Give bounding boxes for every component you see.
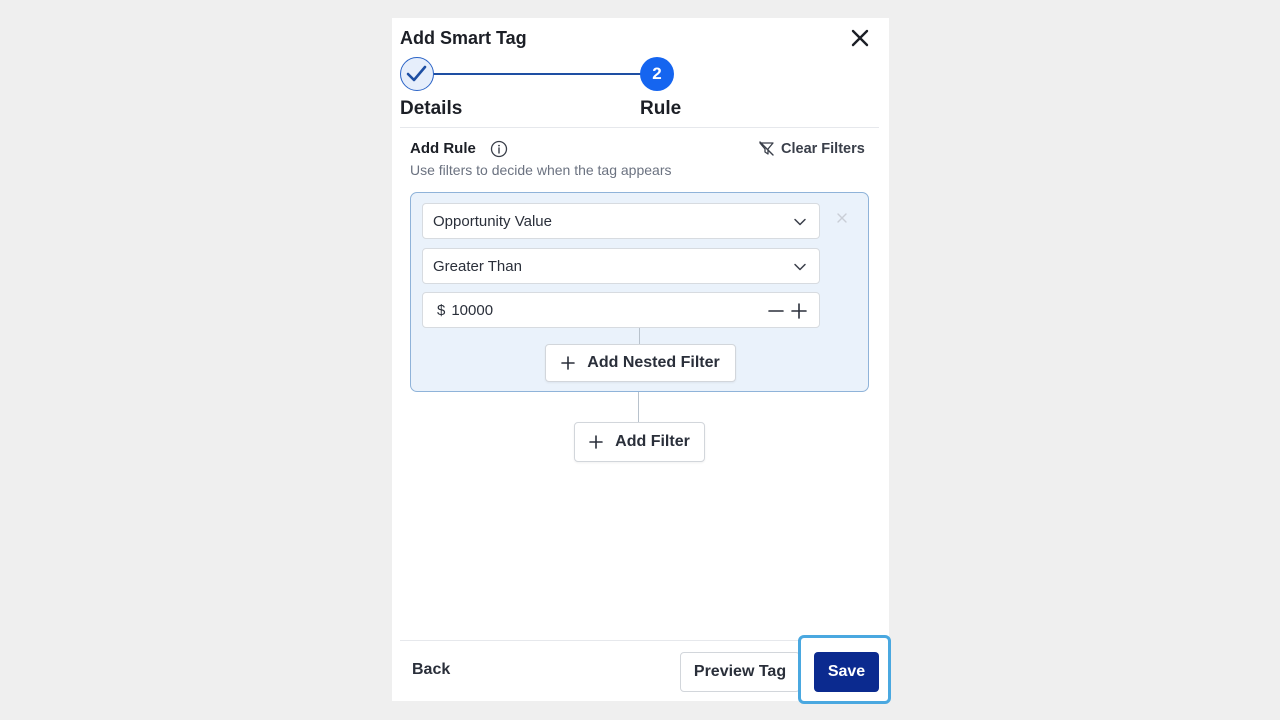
filter-group: Opportunity Value Greater Than $ 10000 A…	[410, 192, 869, 392]
filter-connector	[638, 392, 639, 422]
info-icon[interactable]	[490, 140, 508, 158]
clear-filters-button[interactable]: Clear Filters	[758, 140, 865, 157]
chevron-down-icon	[794, 263, 806, 271]
close-button[interactable]	[848, 26, 872, 50]
step-rule-indicator[interactable]: 2	[640, 57, 674, 91]
remove-filter-icon[interactable]	[835, 211, 849, 225]
step-details-label[interactable]: Details	[400, 98, 462, 120]
operator-select-value: Greater Than	[433, 257, 522, 275]
plus-icon	[589, 435, 603, 449]
filter-off-icon	[759, 141, 774, 156]
field-select-value: Opportunity Value	[433, 212, 552, 230]
plus-icon	[561, 356, 576, 370]
decrement-icon[interactable]	[768, 303, 784, 319]
add-filter-label: Add Filter	[615, 433, 690, 450]
clear-filters-label: Clear Filters	[781, 140, 865, 157]
step-rule-label[interactable]: Rule	[640, 98, 681, 120]
preview-tag-button[interactable]: Preview Tag	[680, 652, 800, 692]
step-details-indicator[interactable]	[400, 57, 434, 91]
modal-title: Add Smart Tag	[400, 28, 527, 48]
check-icon	[406, 65, 427, 82]
currency-symbol: $	[437, 301, 446, 319]
back-button[interactable]: Back	[412, 661, 450, 679]
close-icon	[851, 29, 869, 47]
add-nested-filter-label: Add Nested Filter	[587, 354, 720, 371]
header-divider	[400, 127, 879, 128]
save-button[interactable]: Save	[814, 652, 879, 692]
value-input-text: 10000	[451, 301, 494, 319]
add-rule-description: Use filters to decide when the tag appea…	[410, 162, 672, 178]
stepper-connector	[433, 73, 641, 75]
increment-icon[interactable]	[791, 303, 807, 319]
add-rule-heading: Add Rule	[410, 140, 476, 157]
add-filter-button[interactable]: Add Filter	[574, 422, 705, 462]
chevron-down-icon	[794, 218, 806, 226]
value-input[interactable]: $ 10000	[422, 292, 820, 328]
field-select[interactable]: Opportunity Value	[422, 203, 820, 239]
nested-connector	[639, 328, 640, 344]
add-smart-tag-modal: Add Smart Tag 2 Details Rule Add Rule Us…	[392, 18, 891, 704]
add-nested-filter-button[interactable]: Add Nested Filter	[545, 344, 736, 382]
operator-select[interactable]: Greater Than	[422, 248, 820, 284]
